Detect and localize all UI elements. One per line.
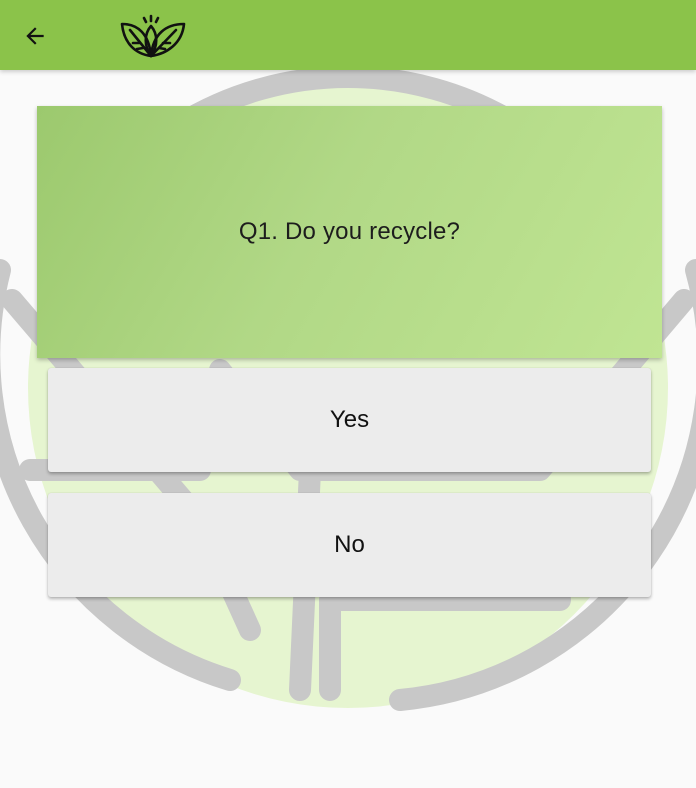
quiz-screen: Q1. Do you recycle? Yes No <box>0 0 696 788</box>
arrow-left-icon <box>26 27 44 45</box>
app-toolbar <box>0 0 696 70</box>
leaves-logo-icon <box>120 14 186 58</box>
yes-button[interactable]: Yes <box>48 368 651 472</box>
question-text: Q1. Do you recycle? <box>238 218 461 245</box>
yes-button-label: Yes <box>329 406 370 433</box>
back-button[interactable] <box>14 15 56 57</box>
no-button-label: No <box>334 531 365 558</box>
no-button[interactable]: No <box>48 493 651 597</box>
question-card: Q1. Do you recycle? <box>37 106 662 358</box>
